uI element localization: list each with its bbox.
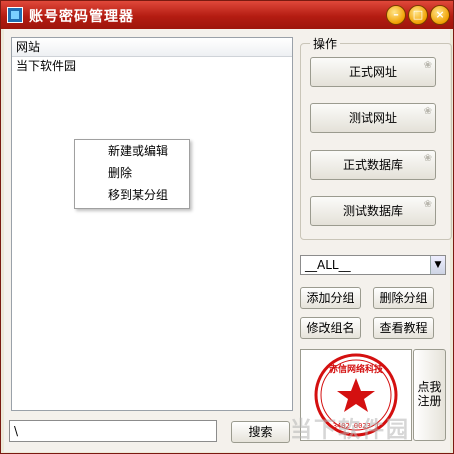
rename-group-button[interactable]: 修改组名 <box>300 317 361 339</box>
menu-item-new-or-edit[interactable]: 新建或编辑 <box>108 142 168 160</box>
search-input[interactable] <box>9 420 217 442</box>
test-url-button[interactable]: 测试网址 ❀ <box>310 103 436 133</box>
test-db-button[interactable]: 测试数据库 ❀ <box>310 196 436 226</box>
register-button[interactable]: 点我注册 <box>413 349 446 441</box>
window-title: 账号密码管理器 <box>29 9 134 25</box>
swirl-icon: ❀ <box>423 199 432 210</box>
prod-db-button[interactable]: 正式数据库 ❀ <box>310 150 436 180</box>
close-button[interactable]: × <box>430 5 450 25</box>
swirl-icon: ❀ <box>423 106 432 117</box>
operations-title: 操作 <box>310 35 341 52</box>
search-button[interactable]: 搜索 <box>231 421 290 443</box>
delete-group-button[interactable]: 删除分组 <box>373 287 434 309</box>
star-icon <box>337 378 375 412</box>
prod-db-label: 正式数据库 <box>342 158 403 172</box>
add-group-button[interactable]: 添加分组 <box>300 287 361 309</box>
test-url-label: 测试网址 <box>348 111 397 125</box>
maximize-button[interactable]: □ <box>408 5 428 25</box>
prod-url-button[interactable]: 正式网址 ❀ <box>310 57 436 87</box>
menu-item-move-to-group[interactable]: 移到某分组 <box>108 186 168 204</box>
watermark: 当下软件园 <box>290 418 411 443</box>
minimize-button[interactable]: – <box>386 5 406 25</box>
chevron-down-icon[interactable]: ▼ <box>430 256 445 274</box>
view-tutorial-button[interactable]: 查看教程 <box>373 317 434 339</box>
title-bar[interactable]: 账号密码管理器 – □ × <box>1 1 453 29</box>
menu-item-delete[interactable]: 删除 <box>108 164 132 182</box>
swirl-icon: ❀ <box>423 153 432 164</box>
group-select-value: __ALL__ <box>305 258 351 272</box>
list-item[interactable]: 当下软件园 <box>12 57 292 75</box>
swirl-icon: ❀ <box>423 60 432 71</box>
group-select[interactable]: __ALL__ ▼ <box>300 255 446 275</box>
main-window: 账号密码管理器 – □ × 网站 当下软件园 新建或编辑 删除 移到某分组 操作… <box>0 0 454 454</box>
app-icon <box>7 7 23 23</box>
client-area: 网站 当下软件园 新建或编辑 删除 移到某分组 操作 正式网址 ❀ 测试网址 ❀… <box>4 29 452 452</box>
test-db-label: 测试数据库 <box>342 204 403 218</box>
list-header[interactable]: 网站 <box>12 38 292 57</box>
svg-text:赤信网络科技: 赤信网络科技 <box>329 363 384 375</box>
site-list[interactable]: 网站 当下软件园 <box>11 37 293 411</box>
prod-url-label: 正式网址 <box>348 65 397 79</box>
context-menu: 新建或编辑 删除 移到某分组 <box>74 139 190 209</box>
